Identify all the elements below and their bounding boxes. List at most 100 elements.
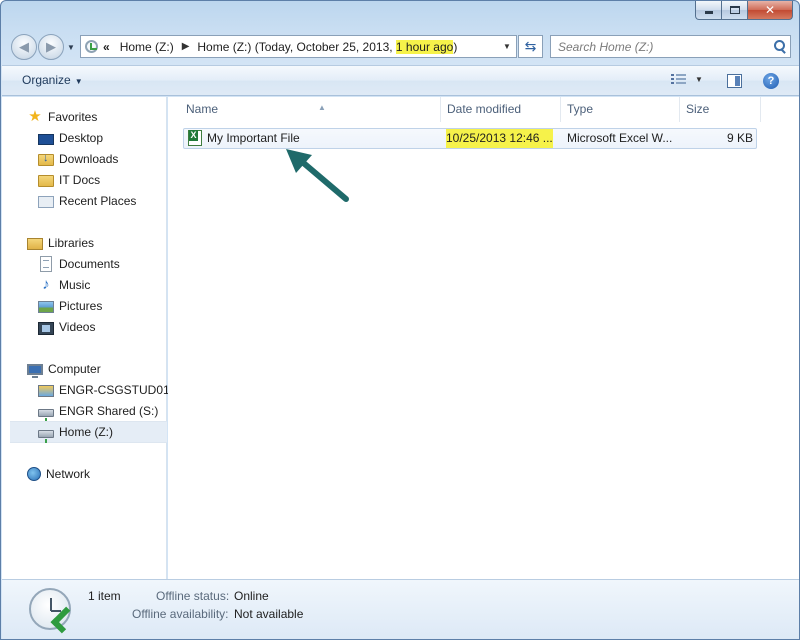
film-strip-icon (38, 321, 54, 335)
back-arrow-icon: ◀ (19, 39, 29, 54)
network-drive-icon (38, 430, 54, 443)
network-globe-icon (27, 467, 41, 481)
nav-item-label: Music (59, 278, 91, 292)
offline-status-value: Online (234, 589, 269, 603)
nav-item-label: Recent Places (59, 194, 137, 208)
navigation-buttons: ◀ ▶ (11, 34, 65, 60)
maximize-button[interactable] (722, 1, 748, 20)
pictures-icon (38, 301, 54, 313)
details-pane: 1 item Offline status: Online Offline av… (2, 579, 799, 639)
breadcrumb-current-prefix: Home (Z:) (Today, October 25, 2013, (197, 39, 396, 54)
nav-item-downloads[interactable]: Downloads (38, 149, 118, 169)
nav-item-label: Documents (59, 257, 120, 271)
offline-availability-label: Offline availability: (132, 607, 229, 621)
address-bar[interactable]: « Home (Z:) ▶ Home (Z:) (Today, October … (80, 35, 517, 58)
nav-libraries[interactable]: Libraries (27, 233, 94, 253)
breadcrumb-current[interactable]: Home (Z:) (Today, October 25, 2013, 1 ho… (195, 39, 463, 54)
nav-favorites-label: Favorites (48, 110, 98, 124)
nav-network-label: Network (46, 467, 91, 481)
nav-item-label: Home (Z:) (59, 425, 113, 439)
caption-buttons: ✕ (695, 1, 793, 20)
offline-availability-value: Not available (234, 607, 304, 621)
nav-item-home-z[interactable]: Home (Z:) (10, 421, 167, 443)
nav-item-music[interactable]: ♪ Music (38, 275, 90, 295)
nav-item-label: Videos (59, 320, 96, 334)
nav-item-desktop[interactable]: Desktop (38, 128, 103, 148)
nav-libraries-label: Libraries (48, 236, 95, 250)
help-icon[interactable]: ? (763, 73, 779, 89)
nav-network[interactable]: Network (27, 464, 90, 484)
breadcrumb-overflow[interactable]: « (101, 40, 118, 54)
column-header-size[interactable]: Size (681, 97, 761, 122)
recent-places-icon (38, 196, 54, 208)
close-icon: ✕ (764, 3, 776, 17)
views-dropdown-icon[interactable]: ▼ (695, 75, 703, 84)
nav-item-pictures[interactable]: Pictures (38, 296, 102, 316)
file-list: Name ▲ Date modified Type Size My Import… (168, 97, 799, 579)
refresh-button[interactable]: ⇆ (518, 35, 543, 58)
file-size: 9 KB (726, 131, 753, 145)
sync-center-icon (29, 588, 71, 630)
file-row[interactable]: My Important File 10/25/2013 12:46 ... M… (183, 128, 757, 149)
item-count: 1 item (88, 589, 121, 603)
search-input[interactable] (551, 36, 770, 57)
nav-computer[interactable]: Computer (27, 359, 101, 379)
column-header-label: Name (186, 102, 219, 116)
computer-icon (27, 364, 43, 378)
documents-icon (40, 256, 52, 272)
search-icon[interactable] (770, 37, 790, 57)
change-view-button[interactable]: ▼ (671, 74, 703, 85)
column-header-label: Date modified (447, 102, 522, 116)
column-header-date-modified[interactable]: Date modified (442, 97, 561, 122)
nav-item-label: IT Docs (59, 173, 101, 187)
breadcrumb-home[interactable]: Home (Z:) (118, 40, 180, 54)
back-button[interactable]: ◀ (11, 34, 37, 60)
nav-item-documents[interactable]: Documents (38, 254, 120, 274)
column-header-type[interactable]: Type (562, 97, 680, 122)
nav-item-recent-places[interactable]: Recent Places (38, 191, 136, 211)
forward-arrow-icon: ▶ (46, 39, 56, 54)
offline-sync-icon (81, 36, 101, 57)
nav-item-label: Downloads (59, 152, 119, 166)
excel-file-icon (188, 130, 202, 146)
minimize-icon (704, 11, 713, 14)
desktop-icon (38, 133, 54, 145)
nav-item-label: ENGR Shared (S:) (59, 404, 159, 418)
nav-item-engr-csgstud01[interactable]: ENGR-CSGSTUD01 ( (38, 380, 177, 400)
preview-pane-icon[interactable] (727, 74, 742, 88)
downloads-folder-icon (38, 152, 54, 166)
explorer-window: ✕ ◀ ▶ ▼ « Home (Z:) ▶ Home (Z:) (Today, … (0, 0, 800, 640)
nav-favorites[interactable]: ★ Favorites (27, 107, 97, 127)
nav-item-label: ENGR-CSGSTUD01 ( (59, 383, 178, 397)
arrow-shaft (297, 157, 349, 202)
nav-item-label: Desktop (59, 131, 104, 145)
maximize-icon (729, 6, 740, 14)
navigation-pane: ★ Favorites Desktop Downloads IT Docs Re… (2, 97, 177, 579)
column-header-row: Name ▲ Date modified Type Size (168, 97, 799, 122)
column-header-label: Type (567, 102, 594, 116)
file-date-modified: 10/25/2013 12:46 ... (446, 129, 553, 148)
close-button[interactable]: ✕ (748, 1, 793, 20)
breadcrumb-current-suffix: ) (453, 39, 458, 54)
sort-ascending-icon: ▲ (318, 103, 326, 112)
search-box[interactable] (550, 35, 791, 58)
system-drive-icon (38, 385, 54, 397)
checkmark-icon (53, 607, 78, 632)
nav-item-label: Pictures (59, 299, 103, 313)
recent-pages-dropdown[interactable]: ▼ (67, 43, 75, 52)
column-header-name[interactable]: Name ▲ (181, 97, 441, 122)
minimize-button[interactable] (695, 1, 722, 20)
annotation-arrow (286, 149, 349, 202)
nav-item-videos[interactable]: Videos (38, 317, 95, 337)
nav-computer-label: Computer (48, 362, 101, 376)
file-type: Microsoft Excel W... (567, 131, 673, 145)
breadcrumb-separator-icon[interactable]: ▶ (180, 41, 196, 52)
views-icon (671, 74, 686, 85)
organize-button[interactable]: Organize ▼ (22, 73, 83, 87)
nav-item-engr-shared[interactable]: ENGR Shared (S:) (38, 401, 159, 422)
network-drive-icon (38, 409, 54, 422)
nav-item-it-docs[interactable]: IT Docs (38, 170, 100, 190)
column-header-label: Size (686, 102, 710, 116)
address-dropdown[interactable]: ▼ (498, 36, 516, 57)
forward-button[interactable]: ▶ (38, 34, 64, 60)
